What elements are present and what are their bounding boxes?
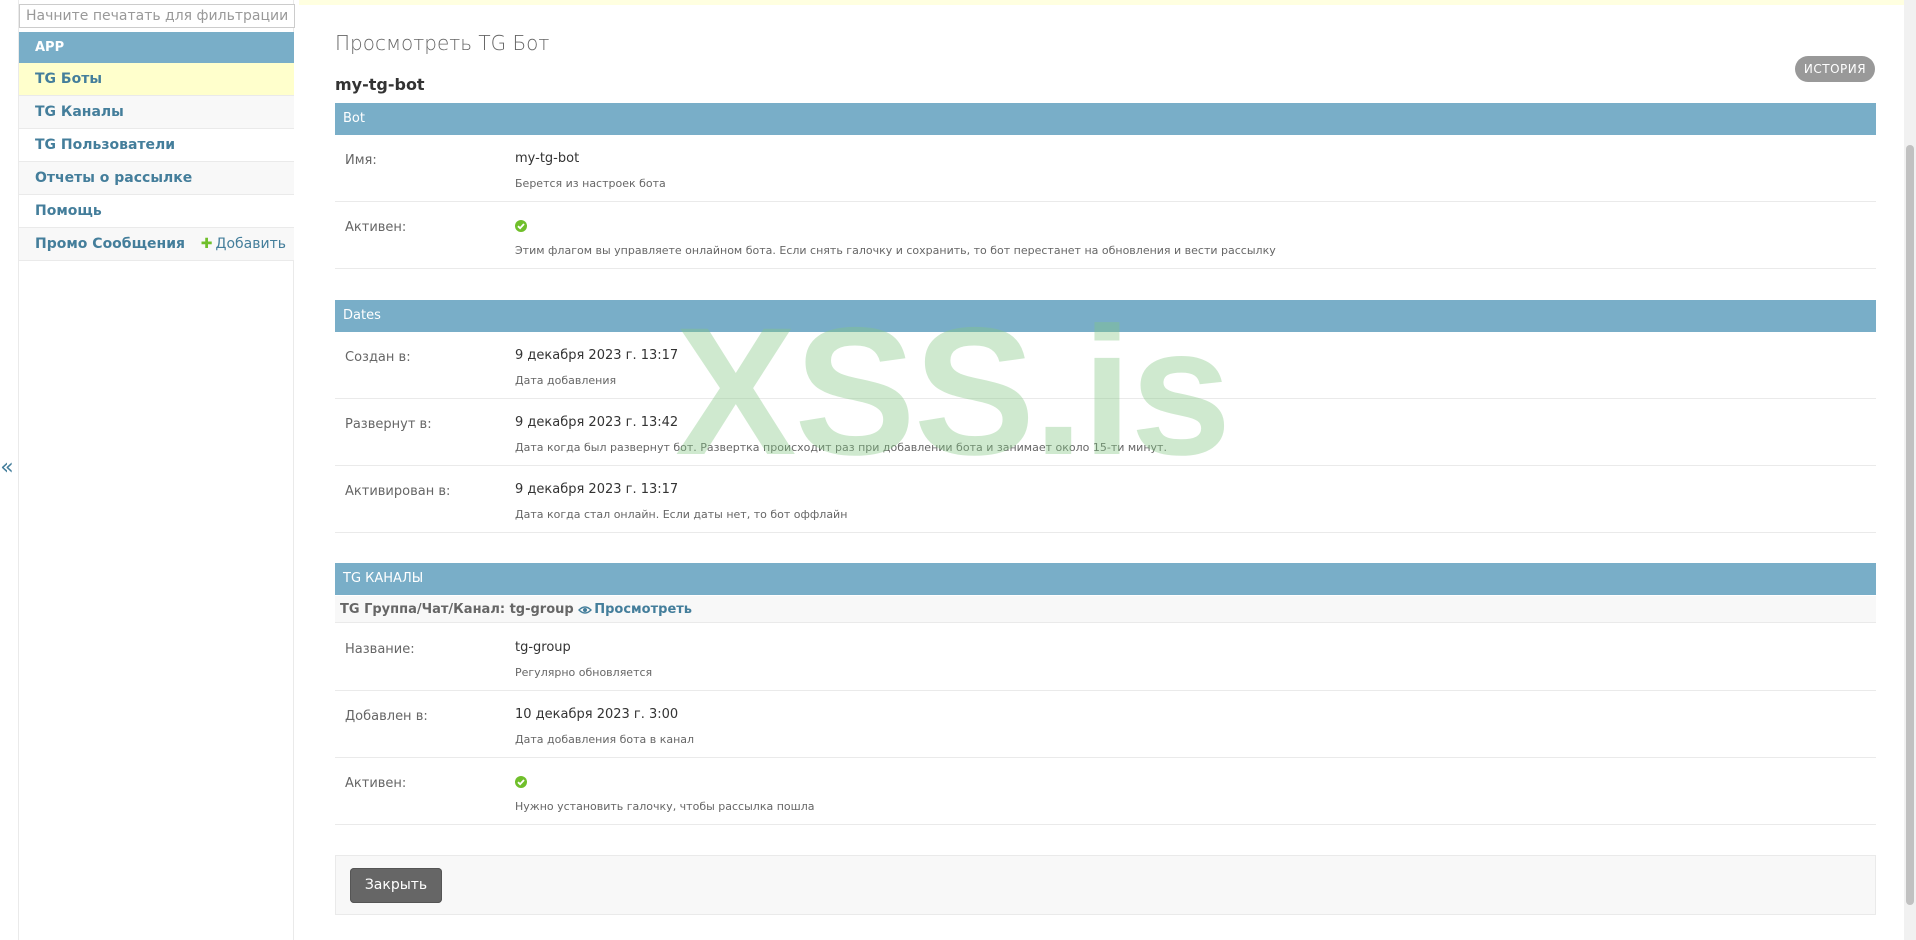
page-title: Просмотреть TG Бот [335,31,550,55]
scrollbar[interactable] [1904,0,1916,940]
field-help-text: Дата когда был развернут бот. Развертка … [515,441,1167,454]
field-value: tg-group [515,640,571,655]
sidebar-filter-input[interactable] [19,4,295,28]
field-help-text: Дата добавления бота в канал [515,733,695,746]
field-row-channel-active: Активен: Нужно установить галочку, чтобы… [335,758,1876,825]
sidebar-item-label: Промо Сообщения [35,236,186,252]
close-button[interactable]: Закрыть [350,868,442,903]
field-value: 9 декабря 2023 г. 13:17 [515,482,679,497]
field-help-text: Дата когда стал онлайн. Если даты нет, т… [515,508,848,521]
sidebar-item-help[interactable]: Помощь [19,195,294,228]
sidebar-item-tg-users[interactable]: TG Пользователи [19,129,294,162]
eye-icon [578,605,593,614]
field-value: 9 декабря 2023 г. 13:42 [515,415,679,430]
field-label: Активирован в: [345,484,451,499]
field-row-channel-title: Название: tg-group Регулярно обновляется [335,624,1876,691]
field-help-text: Этим флагом вы управляете онлайном бота.… [515,244,1276,257]
view-channel-link[interactable]: Просмотреть [578,602,692,617]
field-row-active: Активен: Этим флагом вы управляете онлай… [335,202,1876,269]
field-help-text: Нужно установить галочку, чтобы рассылка… [515,800,815,813]
add-promo-message-link[interactable]: ✚ Добавить [201,228,286,261]
inline-heading-text: TG Группа/Чат/Канал: tg-group [340,602,574,617]
top-message-strip [299,0,1904,5]
collapse-sidebar-toggle[interactable]: « [0,455,14,481]
field-label: Имя: [345,153,377,168]
sidebar-item-promo-messages[interactable]: Промо Сообщения ✚ Добавить [19,228,294,261]
field-value: 10 декабря 2023 г. 3:00 [515,707,679,722]
sidebar-item-tg-bots[interactable]: TG Боты [19,63,294,96]
field-label: Добавлен в: [345,709,428,724]
sidebar-item-label: TG Пользователи [35,137,176,153]
scrollbar-thumb[interactable] [1906,145,1914,905]
sidebar-nav-list: TG Боты TG Каналы TG Пользователи Отчеты… [19,63,294,261]
sidebar-item-tg-channels[interactable]: TG Каналы [19,96,294,129]
inline-object-heading: TG Группа/Чат/Канал: tg-group Просмотрет… [335,596,1876,623]
field-help-text: Берется из настроек бота [515,177,666,190]
check-circle-icon [515,220,527,232]
app-section-header[interactable]: APP [19,32,294,63]
sidebar-item-label: Помощь [35,203,102,219]
field-help-text: Регулярно обновляется [515,666,653,679]
sidebar-item-label: TG Боты [35,71,102,87]
sidebar: APP TG Боты TG Каналы TG Пользователи От… [18,0,295,940]
field-help-text: Дата добавления [515,374,617,387]
history-button[interactable]: ИСТОРИЯ [1795,56,1875,82]
field-row-name: Имя: my-tg-bot Берется из настроек бота [335,135,1876,202]
field-label: Создан в: [345,350,411,365]
check-circle-icon [515,776,527,788]
plus-icon: ✚ [200,236,213,252]
field-label: Название: [345,642,415,657]
field-value: 9 декабря 2023 г. 13:17 [515,348,679,363]
submit-row: Закрыть [335,855,1876,915]
field-label: Активен: [345,776,407,791]
sidebar-item-reports[interactable]: Отчеты о рассылке [19,162,294,195]
sidebar-item-label: Отчеты о рассылке [35,170,193,186]
field-label: Развернут в: [345,417,432,432]
view-link-label: Просмотреть [594,602,693,617]
object-title: my-tg-bot [335,75,425,94]
field-row-activated: Активирован в: 9 декабря 2023 г. 13:17 Д… [335,466,1876,533]
field-label: Активен: [345,220,407,235]
add-link-label: Добавить [215,236,286,252]
field-row-deployed: Развернут в: 9 декабря 2023 г. 13:42 Дат… [335,399,1876,466]
fieldset-header-bot: Bot [335,103,1876,135]
field-row-created: Создан в: 9 декабря 2023 г. 13:17 Дата д… [335,332,1876,399]
field-value: my-tg-bot [515,151,580,166]
sidebar-item-label: TG Каналы [35,104,124,120]
fieldset-header-channels: TG КАНАЛЫ [335,563,1876,595]
field-row-channel-added: Добавлен в: 10 декабря 2023 г. 3:00 Дата… [335,691,1876,758]
fieldset-header-dates: Dates [335,300,1876,332]
